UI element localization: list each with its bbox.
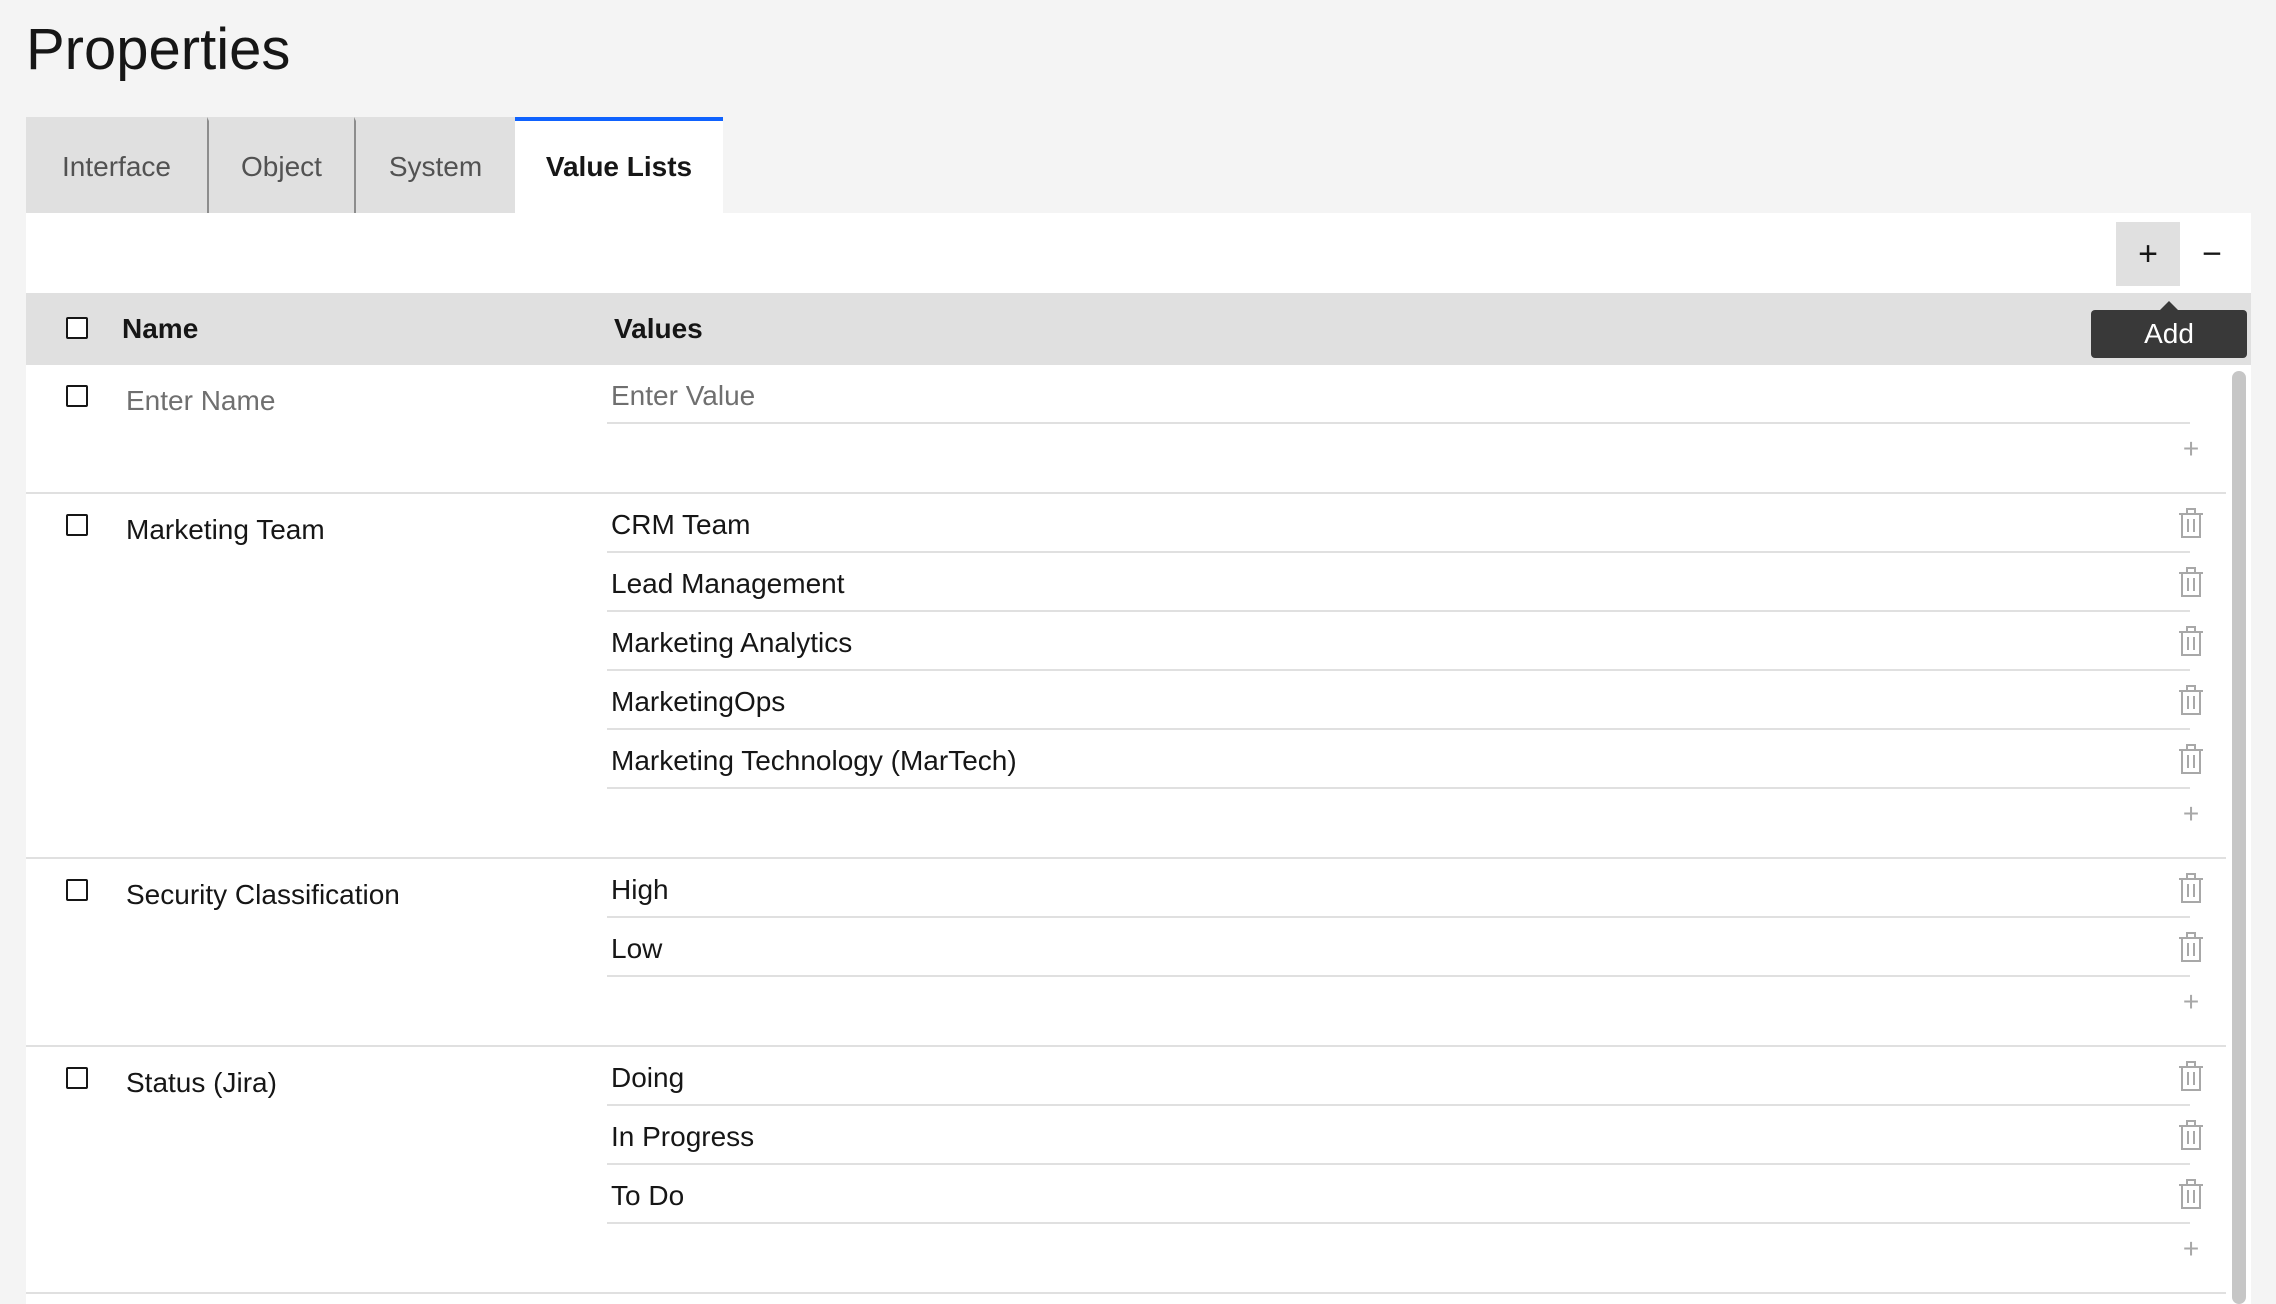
value-row: High: [607, 859, 2203, 918]
trash-icon[interactable]: [2178, 932, 2204, 962]
value-row: To Do: [607, 1165, 2203, 1224]
value-row: Low: [607, 918, 2203, 977]
tab-list: Interface Object System Value Lists: [26, 117, 723, 213]
plus-icon[interactable]: +: [2178, 434, 2204, 464]
table-header: Name Values: [26, 293, 2251, 365]
trash-icon[interactable]: [2178, 1061, 2204, 1091]
trash-icon[interactable]: [2178, 685, 2204, 715]
value-text[interactable]: Low: [611, 931, 662, 967]
tab-value-lists[interactable]: Value Lists: [515, 117, 723, 213]
value-text[interactable]: In Progress: [611, 1119, 754, 1155]
remove-button[interactable]: −: [2180, 222, 2244, 286]
add-value-row: +: [607, 789, 2199, 845]
select-all-checkbox[interactable]: [66, 317, 88, 339]
add-value-row: +: [607, 424, 2199, 480]
value-text[interactable]: CRM Team: [611, 507, 751, 543]
value-row: Marketing Technology (MarTech): [607, 730, 2203, 789]
values-list: Enter Value +: [607, 365, 2199, 480]
row-checkbox[interactable]: [66, 385, 88, 407]
value-text[interactable]: To Do: [611, 1178, 684, 1214]
trash-icon[interactable]: [2178, 744, 2204, 774]
table-toolbar: + −: [26, 213, 2251, 293]
value-text[interactable]: Lead Management: [611, 566, 845, 602]
table-row: Marketing Team CRM Team Lead Management …: [26, 494, 2226, 859]
value-text[interactable]: Doing: [611, 1060, 684, 1096]
value-row: Lead Management: [607, 553, 2203, 612]
values-list: High Low +: [607, 859, 2203, 1033]
table-body: Enter Name Enter Value + Marketing Team …: [26, 365, 2226, 1304]
trash-icon[interactable]: [2178, 1179, 2204, 1209]
add-tooltip: Add: [2091, 301, 2247, 358]
value-row: Doing: [607, 1047, 2203, 1106]
value-list-name[interactable]: Security Classification: [126, 877, 400, 913]
values-list: Doing In Progress To Do +: [607, 1047, 2203, 1280]
name-input[interactable]: Enter Name: [126, 383, 275, 419]
row-checkbox[interactable]: [66, 1067, 88, 1089]
trash-icon[interactable]: [2178, 626, 2204, 656]
value-lists-panel: + − Add Name Values Enter Name Enter Val…: [26, 213, 2251, 1304]
trash-icon[interactable]: [2178, 508, 2204, 538]
column-header-name: Name: [122, 313, 199, 344]
tab-interface[interactable]: Interface: [26, 117, 207, 213]
tab-object[interactable]: Object: [207, 117, 354, 213]
value-text[interactable]: Marketing Technology (MarTech): [611, 743, 1017, 779]
row-checkbox[interactable]: [66, 514, 88, 536]
value-text[interactable]: MarketingOps: [611, 684, 785, 720]
value-list-name[interactable]: Marketing Team: [126, 512, 325, 548]
row-checkbox[interactable]: [66, 879, 88, 901]
table-row: Security Classification High Low +: [26, 859, 2226, 1047]
add-value-row: +: [607, 977, 2199, 1033]
page-title: Properties: [26, 17, 291, 82]
new-value-list-row: Enter Name Enter Value +: [26, 365, 2226, 494]
value-row: MarketingOps: [607, 671, 2203, 730]
trash-icon[interactable]: [2178, 873, 2204, 903]
trash-icon[interactable]: [2178, 1120, 2204, 1150]
value-text[interactable]: Marketing Analytics: [611, 625, 852, 661]
value-list-name[interactable]: Status (Jira): [126, 1065, 277, 1101]
value-row: CRM Team: [607, 494, 2203, 553]
value-input[interactable]: Enter Value: [611, 378, 755, 414]
add-value-row: +: [607, 1224, 2199, 1280]
value-row: In Progress: [607, 1106, 2203, 1165]
table-row: Status (Jira) Doing In Progress To Do +: [26, 1047, 2226, 1294]
tab-system[interactable]: System: [354, 117, 515, 213]
plus-icon[interactable]: +: [2178, 987, 2204, 1017]
trash-icon[interactable]: [2178, 567, 2204, 597]
value-text[interactable]: High: [611, 872, 669, 908]
plus-icon[interactable]: +: [2178, 799, 2204, 829]
properties-page: Properties Interface Object System Value…: [0, 0, 2276, 1304]
column-header-values: Values: [614, 313, 703, 344]
values-list: CRM Team Lead Management Marketing Analy…: [607, 494, 2203, 845]
value-row: Marketing Analytics: [607, 612, 2203, 671]
vertical-scrollbar[interactable]: [2232, 371, 2246, 1304]
value-input-row: Enter Value: [607, 365, 2190, 424]
add-button[interactable]: +: [2116, 222, 2180, 286]
plus-icon[interactable]: +: [2178, 1234, 2204, 1264]
